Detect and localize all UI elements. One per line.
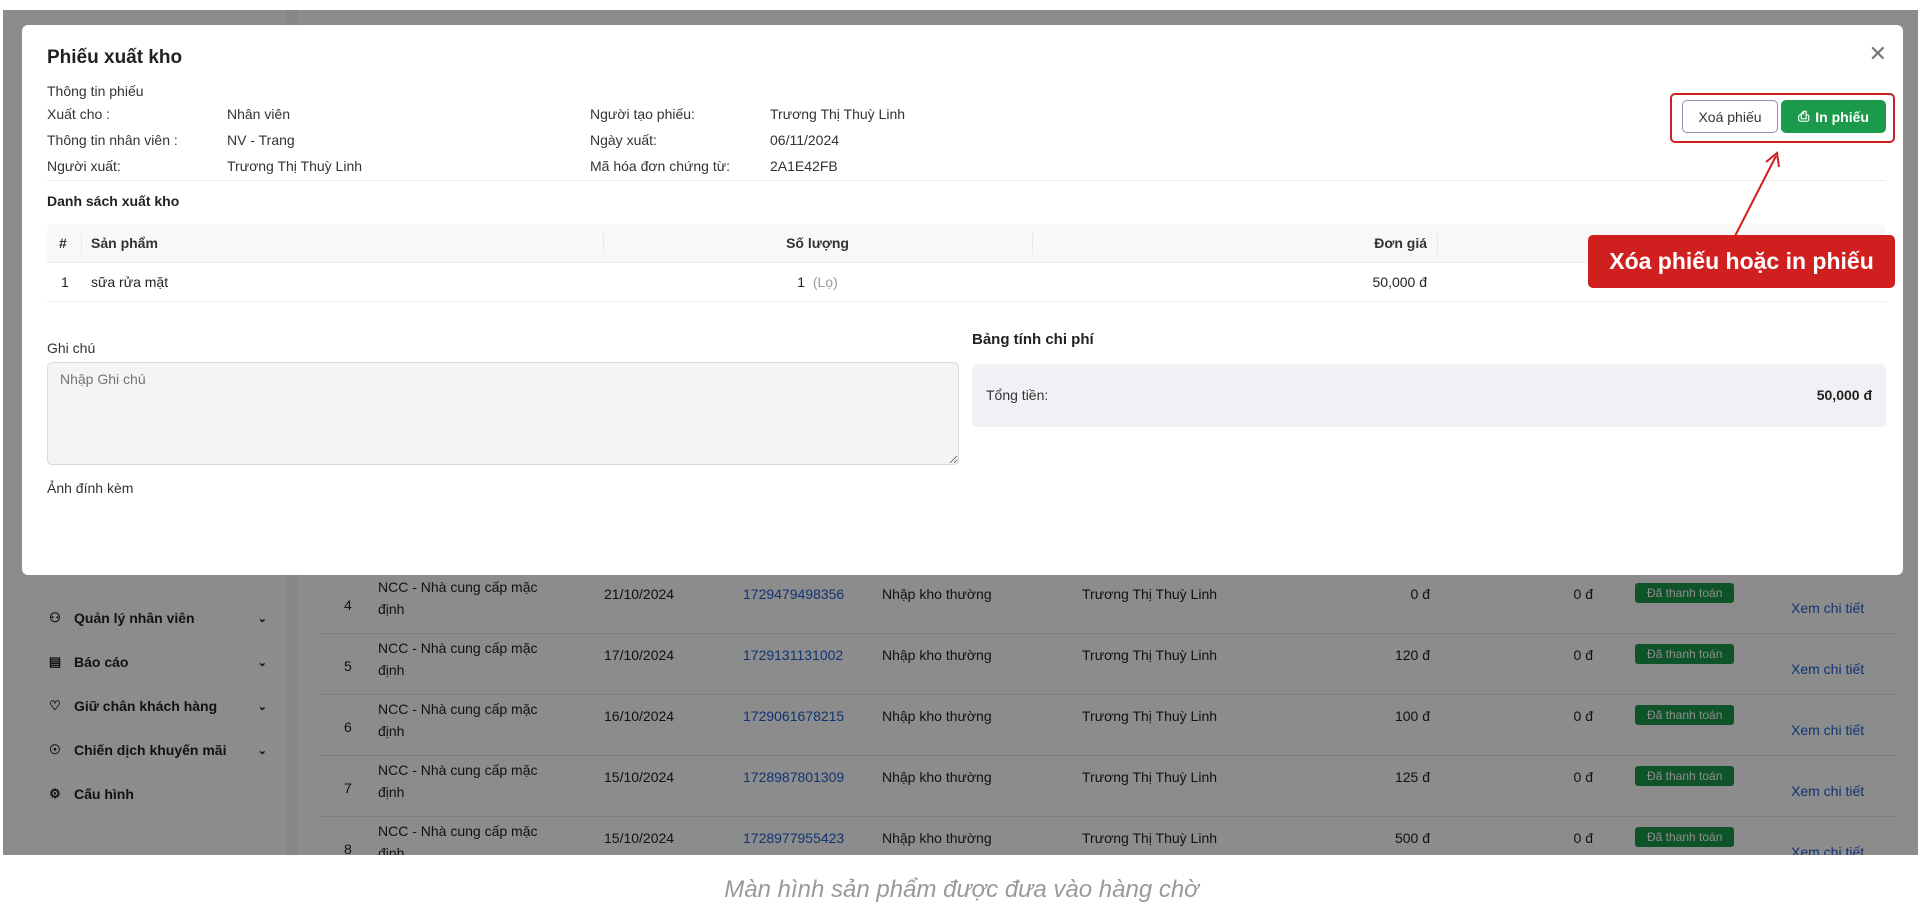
annotation-callout: Xóa phiếu hoặc in phiếu: [1588, 235, 1895, 288]
annotation-arrow: [1734, 151, 1780, 237]
arrow-line: [1734, 155, 1777, 237]
caption: Màn hình sản phẩm được đưa vào hàng chờ: [724, 876, 1199, 903]
